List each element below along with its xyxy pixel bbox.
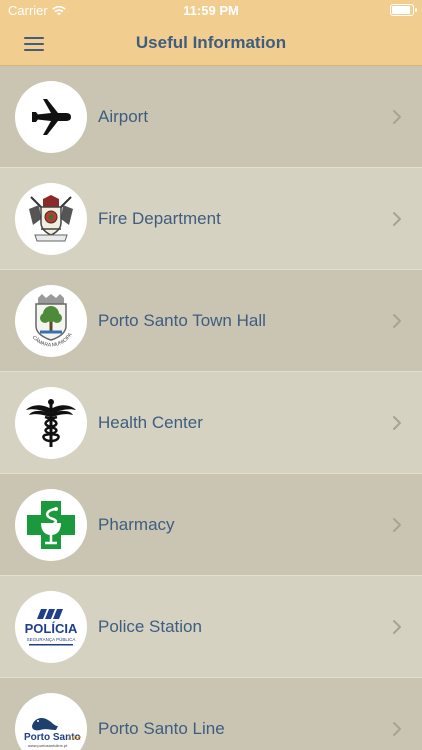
list-item-porto-santo-line[interactable]: Porto Santo Line www.portosantoline.pt P… [0,678,422,750]
porto-santo-line-url: www.portosantoline.pt [28,743,68,748]
battery-icon [390,4,417,16]
chevron-right-icon [393,415,401,430]
airplane-icon [15,81,87,153]
header: Carrier 11:59 PM Useful Information [0,0,422,66]
town-hall-crest-icon: CÂMARA MUNICIPAL DO PORTO SANTO [15,285,87,357]
list-item-label: Porto Santo Line [98,718,225,738]
list-item-fire-department[interactable]: Fire Department [0,168,422,270]
porto-santo-line-suffix: Line [68,735,81,742]
pharmacy-cross-icon [15,489,87,561]
police-title: POLÍCIA [25,621,78,636]
chevron-right-icon [393,109,401,124]
list-item-label: Airport [98,106,149,126]
useful-info-list: Airport Fire Department CÂMARA MUNICIPA … [0,66,422,750]
fire-department-crest-icon [15,183,87,255]
page-title: Useful Information [135,33,287,52]
chevron-right-icon [393,313,401,328]
chevron-right-icon [393,517,401,532]
list-item-pharmacy[interactable]: Pharmacy [0,474,422,576]
list-item-label: Pharmacy [98,514,175,534]
chevron-right-icon [393,619,401,634]
list-item-label: Fire Department [98,208,221,228]
police-logo-icon: POLÍCIA SEGURANÇA PÚBLICA [15,591,87,663]
list-item-police-station[interactable]: POLÍCIA SEGURANÇA PÚBLICA Police Station [0,576,422,678]
list-item-town-hall[interactable]: CÂMARA MUNICIPAL DO PORTO SANTO Porto Sa… [0,270,422,372]
list-item-health-center[interactable]: Health Center [0,372,422,474]
caduceus-icon [15,387,87,459]
nav-bar: Useful Information [0,22,422,66]
porto-santo-line-logo-icon: Porto Santo Line www.portosantoline.pt [15,693,87,750]
police-subtitle: SEGURANÇA PÚBLICA [27,636,76,642]
list-item-label: Porto Santo Town Hall [98,310,266,330]
list-item-airport[interactable]: Airport [0,66,422,168]
status-bar: Carrier 11:59 PM [0,0,422,22]
chevron-right-icon [393,721,401,736]
list-item-label: Health Center [98,412,203,432]
list-item-label: Police Station [98,616,202,636]
battery-level [392,6,410,14]
status-time: 11:59 PM [183,3,239,18]
chevron-right-icon [393,211,401,226]
